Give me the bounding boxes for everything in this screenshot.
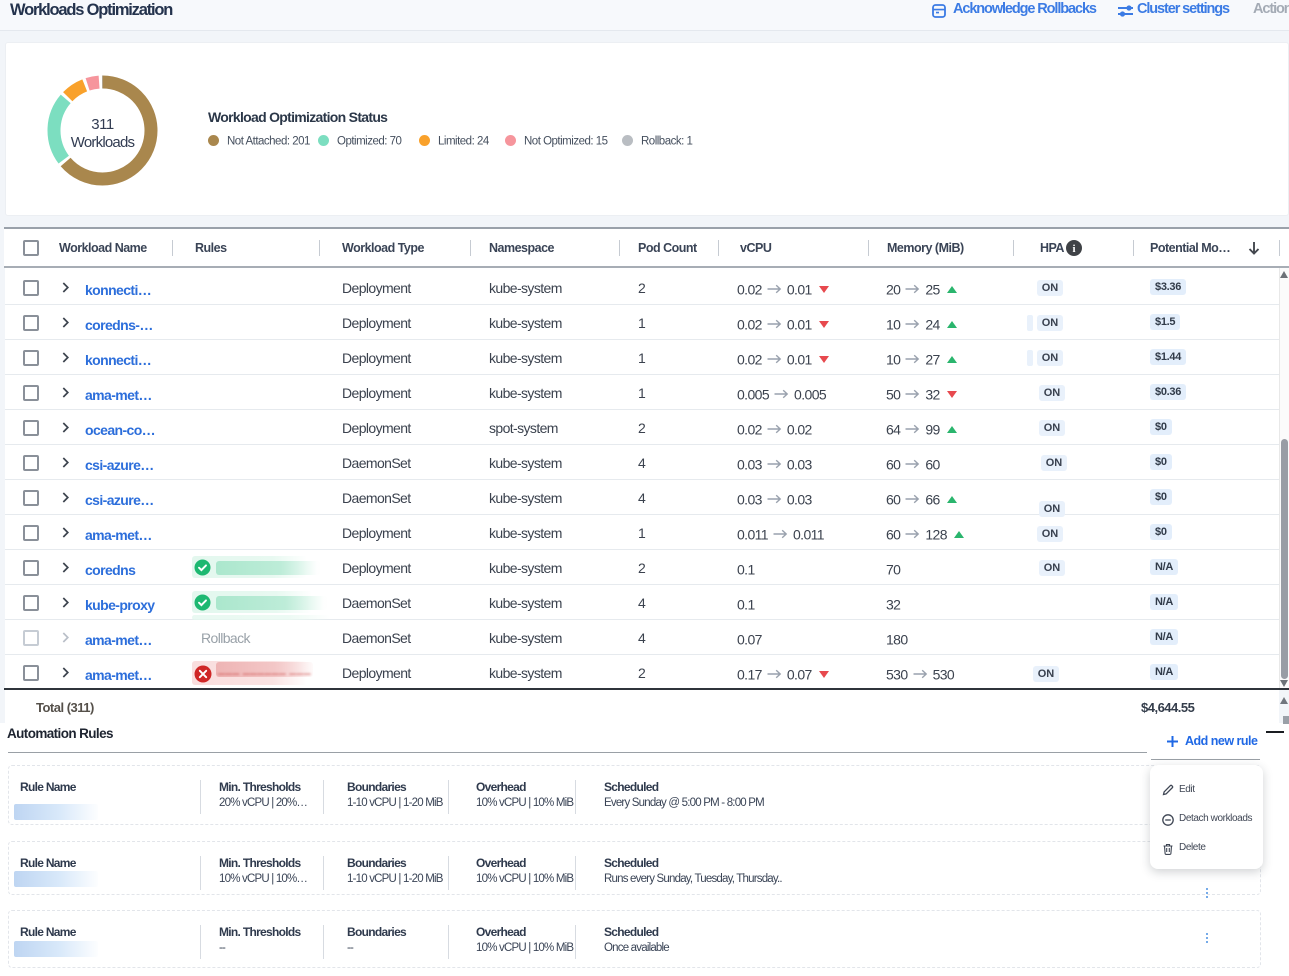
svg-text:i: i <box>1072 243 1075 255</box>
